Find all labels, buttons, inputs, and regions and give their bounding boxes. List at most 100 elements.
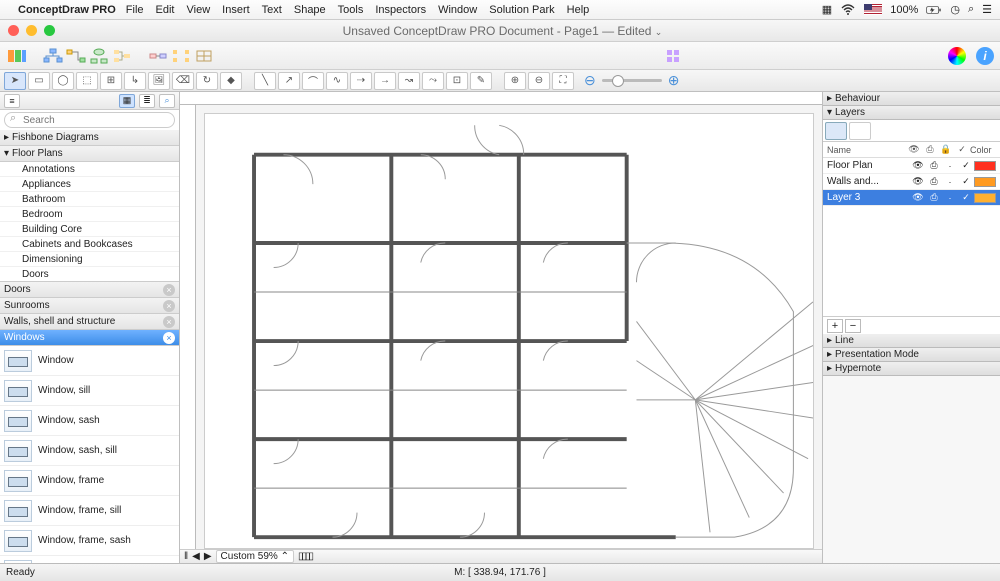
- layers-tab2-icon[interactable]: [849, 122, 871, 140]
- hierarchy-icon[interactable]: [111, 46, 133, 66]
- menu-shape[interactable]: Shape: [294, 4, 326, 16]
- close-icon[interactable]: ×: [163, 316, 175, 328]
- shape-window-sill[interactable]: Window, sill: [0, 376, 179, 406]
- layer-floor-plan[interactable]: Floor Plan 👁⎙·✓: [823, 158, 1000, 174]
- spotlight-icon[interactable]: ⌕: [968, 3, 974, 16]
- menu-inspectors[interactable]: Inspectors: [375, 4, 426, 16]
- menu-solution-park[interactable]: Solution Park: [489, 4, 554, 16]
- keyboard-flag-icon[interactable]: [864, 4, 882, 15]
- remove-layer-button[interactable]: −: [845, 319, 861, 333]
- section-behaviour[interactable]: ▸Behaviour: [823, 92, 1000, 106]
- connector-round[interactable]: ⤳: [422, 72, 444, 90]
- page-prev-icon[interactable]: ◀: [192, 551, 200, 562]
- info-icon[interactable]: i: [976, 47, 994, 65]
- connector-tool[interactable]: ↳: [124, 72, 146, 90]
- section-presentation[interactable]: ▸Presentation Mode: [823, 348, 1000, 362]
- close-icon[interactable]: ×: [163, 300, 175, 312]
- connector-smart[interactable]: ⇢: [350, 72, 372, 90]
- section-line[interactable]: ▸Line: [823, 334, 1000, 348]
- section-walls[interactable]: Walls, shell and structure×: [0, 314, 179, 330]
- shape-window-frame[interactable]: Window, frame: [0, 466, 179, 496]
- insert-tool[interactable]: ⊞: [100, 72, 122, 90]
- sub-bedroom[interactable]: Bedroom: [0, 207, 179, 222]
- arc-tool[interactable]: ⌒: [302, 72, 324, 90]
- sub-cabinets[interactable]: Cabinets and Bookcases: [0, 237, 179, 252]
- flow-icon[interactable]: [147, 46, 169, 66]
- wifi-icon[interactable]: [840, 2, 856, 18]
- shape-window-sash-sill[interactable]: Window, sash, sill: [0, 436, 179, 466]
- paint-tool[interactable]: ✎: [470, 72, 492, 90]
- connector-curve[interactable]: ↝: [398, 72, 420, 90]
- app-name[interactable]: ConceptDraw PRO: [18, 4, 116, 16]
- zoom-out-icon[interactable]: ⊖: [584, 72, 596, 89]
- panel-collapse-icon[interactable]: ≡: [4, 94, 20, 108]
- add-layer-button[interactable]: +: [827, 319, 843, 333]
- shape-window-frame-sash-sill[interactable]: Window, frame, sash, sill: [0, 556, 179, 563]
- scroll-left-icon[interactable]: ‖: [184, 551, 188, 562]
- sub-dimensioning[interactable]: Dimensioning: [0, 252, 179, 267]
- search-input[interactable]: [4, 112, 175, 128]
- menu-file[interactable]: File: [126, 4, 144, 16]
- shape-window-frame-sill[interactable]: Window, frame, sill: [0, 496, 179, 526]
- crop-tool[interactable]: ⊡: [446, 72, 468, 90]
- pointer-tool[interactable]: ➤: [4, 72, 26, 90]
- tree-icon[interactable]: [42, 46, 64, 66]
- shape-window-frame-sash[interactable]: Window, frame, sash: [0, 526, 179, 556]
- sub-appliances[interactable]: Appliances: [0, 177, 179, 192]
- close-icon[interactable]: ×: [163, 332, 175, 344]
- arrange-icon[interactable]: [193, 46, 215, 66]
- page-thumbs-icon[interactable]: ▯▯▯▯: [298, 551, 312, 562]
- chain-icon[interactable]: [65, 46, 87, 66]
- image-tool[interactable]: 🖼: [148, 72, 170, 90]
- shape-window[interactable]: Window: [0, 346, 179, 376]
- menu-help[interactable]: Help: [567, 4, 590, 16]
- view-list-icon[interactable]: ≣: [139, 94, 155, 108]
- distribute-icon[interactable]: [170, 46, 192, 66]
- search-toggle-icon[interactable]: ⌕: [159, 94, 175, 108]
- section-windows[interactable]: Windows×: [0, 330, 179, 346]
- menu-window[interactable]: Window: [438, 4, 477, 16]
- line-tool[interactable]: ╲: [254, 72, 276, 90]
- grid-toggle-icon[interactable]: [662, 46, 684, 66]
- text-tool[interactable]: ⬚: [76, 72, 98, 90]
- zoom-out-tool[interactable]: ⊖: [528, 72, 550, 90]
- layers-tab1-icon[interactable]: [825, 122, 847, 140]
- section-layers[interactable]: ▾Layers: [823, 106, 1000, 120]
- menu-view[interactable]: View: [187, 4, 211, 16]
- mind-icon[interactable]: [88, 46, 110, 66]
- menu-insert[interactable]: Insert: [222, 4, 250, 16]
- view-grid-icon[interactable]: ▦: [119, 94, 135, 108]
- category-floor-plans[interactable]: ▾Floor Plans: [0, 146, 179, 162]
- category-fishbone[interactable]: ▸Fishbone Diagrams: [0, 130, 179, 146]
- handle-tool[interactable]: ◆: [220, 72, 242, 90]
- page-next-icon[interactable]: ▶: [204, 551, 212, 562]
- battery-icon[interactable]: [926, 2, 942, 18]
- zoom-fit-tool[interactable]: ⛶: [552, 72, 574, 90]
- sub-bathroom[interactable]: Bathroom: [0, 192, 179, 207]
- ellipse-tool[interactable]: ◯: [52, 72, 74, 90]
- drawing-canvas[interactable]: [204, 113, 814, 549]
- menu-text[interactable]: Text: [262, 4, 282, 16]
- sub-annotations[interactable]: Annotations: [0, 162, 179, 177]
- close-icon[interactable]: ×: [163, 284, 175, 296]
- window-controls[interactable]: [8, 25, 55, 36]
- ruler-vertical[interactable]: [180, 105, 196, 549]
- zoom-level[interactable]: Custom 59% ⌃: [216, 550, 294, 563]
- zoom-in-icon[interactable]: ⊕: [668, 72, 680, 89]
- section-hypernote[interactable]: ▸Hypernote: [823, 362, 1000, 376]
- arrow-tool[interactable]: ↗: [278, 72, 300, 90]
- menu-edit[interactable]: Edit: [156, 4, 175, 16]
- zoom-in-tool[interactable]: ⊕: [504, 72, 526, 90]
- list-icon[interactable]: ☰: [982, 3, 992, 16]
- sub-building-core[interactable]: Building Core: [0, 222, 179, 237]
- rotate-tool[interactable]: ↻: [196, 72, 218, 90]
- section-sunrooms[interactable]: Sunrooms×: [0, 298, 179, 314]
- layer-3[interactable]: Layer 3 👁⎙·✓: [823, 190, 1000, 206]
- eraser-tool[interactable]: ⌫: [172, 72, 194, 90]
- rect-tool[interactable]: ▭: [28, 72, 50, 90]
- zoom-button[interactable]: [44, 25, 55, 36]
- clock-icon[interactable]: ◷: [950, 3, 960, 16]
- section-doors[interactable]: Doors×: [0, 282, 179, 298]
- close-button[interactable]: [8, 25, 19, 36]
- status-apps-icon[interactable]: ▦: [822, 3, 832, 16]
